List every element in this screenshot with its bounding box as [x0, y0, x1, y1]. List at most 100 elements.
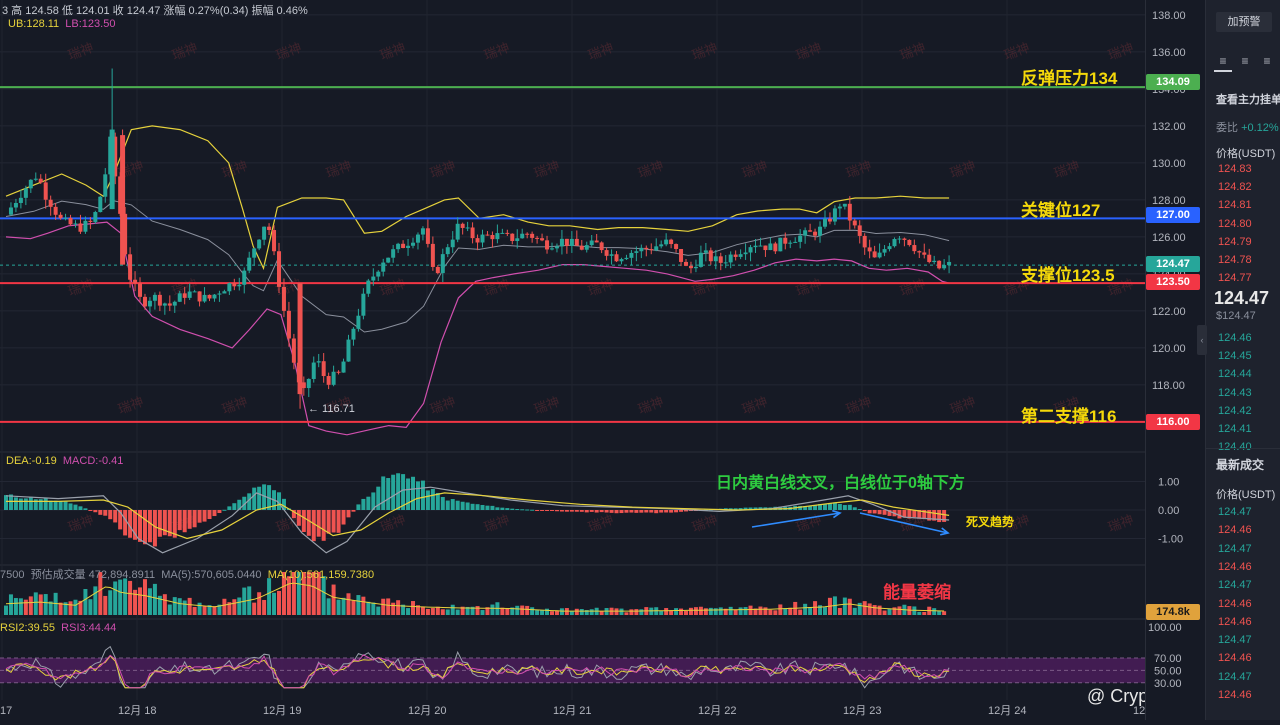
candle-body [892, 238, 897, 247]
macd-histogram-bar [28, 496, 33, 510]
candle-body [93, 212, 98, 222]
macd-histogram-bar [867, 510, 872, 514]
candle-body [669, 239, 674, 245]
candle-body [684, 261, 689, 266]
volume-bar [803, 603, 808, 615]
macd-histogram-bar [411, 476, 416, 510]
macd-histogram-bar [346, 510, 351, 518]
macd-histogram-bar [619, 510, 624, 514]
macd-histogram-bar [142, 510, 147, 545]
candle-body [465, 227, 470, 229]
trade-price-row: 124.46 [1218, 615, 1252, 628]
candle-body [78, 223, 83, 232]
macd-histogram-bar [589, 510, 594, 512]
chart-svg[interactable]: 瑞神 瑞神 瑞神 瑞神 瑞神 瑞神 瑞神 瑞神 瑞神 瑞神 瑞神瑞神 瑞神 瑞神 瑞神 瑞神 瑞神 瑞神 瑞神 瑞神… [0, 0, 1185, 720]
volume-bar [182, 600, 187, 615]
volume-bar [267, 578, 272, 615]
watermark-text: 瑞神 [274, 40, 304, 63]
candle-body [763, 245, 768, 251]
candle-body [386, 257, 391, 263]
volume-bar [212, 606, 217, 615]
trade-price-row: 124.46 [1218, 689, 1252, 701]
candle-body [48, 199, 53, 207]
candle-body [867, 247, 872, 252]
candle-body [485, 234, 490, 236]
orderbook-asks-icon[interactable]: ≡ [1258, 54, 1276, 70]
volume-bar [18, 598, 23, 615]
volume-bar [837, 608, 842, 615]
watermark-text: 瑞神 [482, 40, 512, 63]
volume-bar [599, 611, 604, 615]
macd-histogram-bar [827, 503, 832, 510]
volume-annotation: 能量萎缩 [883, 583, 951, 602]
candle-body [83, 220, 88, 232]
volume-bar [525, 605, 530, 615]
macd-histogram-bar [460, 501, 465, 510]
macd-histogram-bar [306, 510, 311, 536]
depth-title[interactable]: 查看主力挂单 [1216, 91, 1280, 107]
volume-bar [33, 592, 38, 615]
candle-body [634, 251, 639, 253]
candle-body [808, 230, 813, 232]
macd-histogram-bar [301, 510, 306, 532]
orderbook-both-icon[interactable]: ≡ [1214, 54, 1232, 72]
macd-histogram-bar [98, 510, 103, 515]
volume-bar [152, 583, 157, 615]
volume-bar [857, 602, 862, 615]
bid-price-row: 124.43 [1218, 386, 1252, 399]
macd-histogram-bar [182, 510, 187, 533]
volume-bar [187, 597, 192, 615]
chart-area[interactable]: 瑞神 瑞神 瑞神 瑞神 瑞神 瑞神 瑞神 瑞神 瑞神 瑞神 瑞神 瑞神 瑞神 瑞神 瑞神 瑞神 瑞神 瑞神 瑞神 瑞神… [0, 0, 1199, 720]
macd-histogram-bar [644, 510, 649, 513]
candle-body [624, 257, 629, 260]
candle-body [63, 217, 68, 219]
orderbook-bids-icon[interactable]: ≡ [1236, 54, 1254, 70]
volume-bar [371, 602, 376, 615]
volume-bar [559, 608, 564, 615]
macd-histogram-bar [425, 490, 430, 510]
rsi-tick-label-2: 70.00 [1154, 653, 1182, 665]
watermark-text: 瑞神 [66, 276, 96, 299]
volume-bar [922, 611, 927, 615]
macd-histogram-bar [415, 481, 420, 510]
candle-body [793, 241, 798, 243]
macd-histogram-bar [540, 510, 545, 511]
macd-histogram-bar [326, 510, 331, 534]
bid-price-row: 124.46 [1218, 332, 1252, 344]
candle-body [832, 208, 837, 222]
macd-histogram-bar [381, 476, 386, 510]
candle-body [877, 252, 882, 258]
volume-bar [475, 606, 480, 615]
candle-body [530, 233, 535, 238]
candle-body [272, 230, 277, 252]
candle-body [331, 371, 336, 385]
macd-histogram-bar [13, 497, 18, 510]
volume-bar [232, 599, 237, 615]
watermark-text: 瑞神 [794, 276, 824, 299]
watermark-text: 瑞神 [586, 40, 616, 63]
candle-body [182, 293, 187, 298]
volume-bar [545, 608, 550, 615]
candle-body [723, 262, 728, 264]
macd-histogram-bar [321, 510, 326, 541]
candle-body [813, 231, 818, 236]
watermark-text: 瑞神 [378, 40, 408, 63]
candle-body [470, 227, 475, 239]
volume-bar [142, 579, 147, 615]
watermark-text: 瑞神 [1106, 512, 1136, 535]
macd-histogram-bar [386, 478, 391, 510]
candle-body [38, 178, 43, 183]
volume-bar [177, 598, 182, 615]
volume-bar [172, 597, 177, 615]
candle-body [53, 206, 58, 215]
candle-body [599, 242, 604, 251]
volume-bar [147, 588, 152, 615]
candle-body [902, 238, 907, 240]
volume-bar [887, 608, 892, 615]
add-alert-button[interactable]: 加预警 [1216, 12, 1272, 32]
candle-body [247, 257, 252, 271]
collapse-handle[interactable]: ‹ [1197, 325, 1207, 355]
watermark-text: 瑞神 [948, 158, 978, 181]
support-price-badge: 123.50 [1146, 274, 1200, 290]
candle-body [455, 223, 460, 240]
